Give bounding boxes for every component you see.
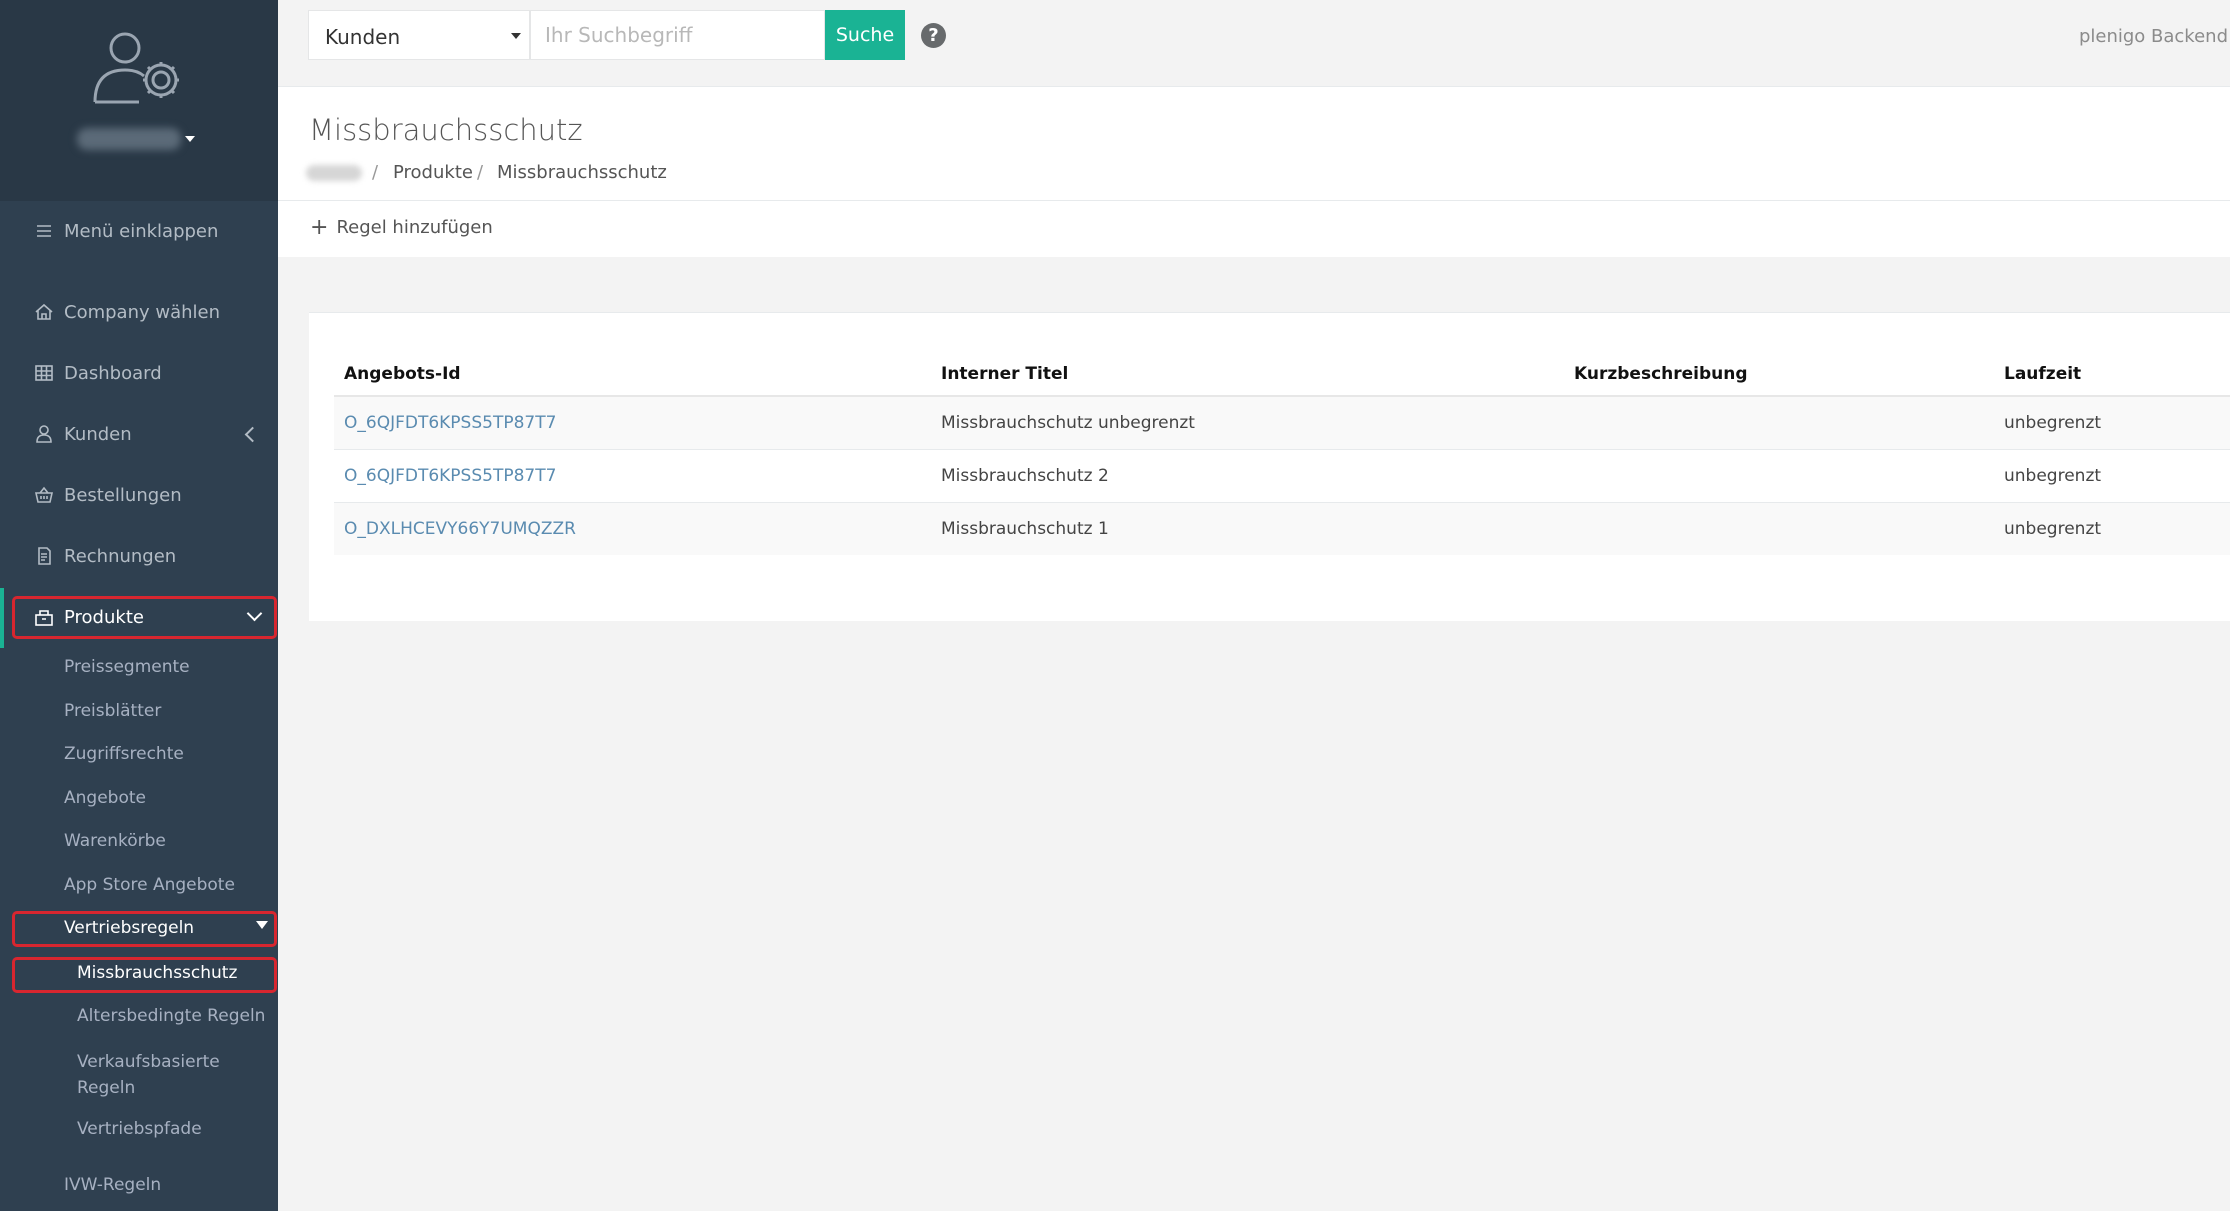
sidebar-products: Produkte [0, 597, 278, 637]
col-header-interner-titel[interactable]: Interner Titel [931, 353, 1564, 397]
sidebar: Menü einklappen Company wählen Dashboard… [0, 0, 278, 1211]
col-header-kurzbeschreibung[interactable]: Kurzbeschreibung [1564, 353, 1994, 397]
breadcrumb-company-blurred[interactable] [306, 165, 362, 181]
cell-duration: unbegrenzt [1994, 449, 2230, 503]
search-scope-value: Kunden [325, 25, 401, 49]
brand-label: plenigo Backend [2078, 26, 2228, 47]
plus-icon: + [310, 214, 329, 240]
help-icon[interactable]: ? [921, 23, 946, 48]
basket-icon [34, 485, 54, 505]
sidebar-item-label: Kunden [64, 423, 132, 445]
breadcrumb-current: Missbrauchsschutz [497, 162, 667, 183]
sidebar-sub-preissegmente[interactable]: Preissegmente [64, 657, 190, 677]
cell-internal-title: Missbrauchschutz unbegrenzt [931, 395, 1564, 450]
chevron-down-icon [246, 605, 263, 622]
breadcrumb-separator: / [372, 162, 379, 183]
cell-internal-title: Missbrauchschutz 1 [931, 502, 1564, 555]
cell-short-description [1564, 395, 1994, 450]
sidebar-nav: Menü einklappen [0, 211, 278, 251]
sidebar-sub-ivw[interactable]: IVW-Regeln [64, 1175, 161, 1195]
sidebar-item-label: Produkte [64, 606, 144, 628]
page-title: Missbrauchsschutz [309, 113, 583, 147]
grid-icon [34, 363, 54, 383]
sidebar-item-orders[interactable]: Bestellungen [0, 474, 278, 516]
offer-id-link[interactable]: O_6QJFDT6KPSS5TP87T7 [344, 413, 556, 433]
search-scope-select[interactable]: Kunden [308, 10, 530, 60]
caret-down-icon[interactable] [185, 136, 195, 142]
username-blurred[interactable] [77, 128, 181, 150]
chevron-left-icon [244, 426, 261, 442]
sidebar-item-company[interactable]: Company wählen [0, 291, 278, 333]
profile-header [0, 0, 278, 201]
rules-panel: Angebots-Id Interner Titel Kurzbeschreib… [309, 312, 2230, 621]
cell-duration: unbegrenzt [1994, 395, 2230, 450]
page-heading: Missbrauchsschutz / Produkte / Missbrauc… [278, 87, 2230, 201]
cell-offer-id[interactable]: O_DXLHCEVY66Y7UMQZZR [334, 502, 931, 555]
cell-short-description [1564, 449, 1994, 503]
receipt-icon [34, 546, 54, 566]
sidebar-sub-warenkoerbe[interactable]: Warenkörbe [64, 831, 166, 851]
table-row[interactable]: O_DXLHCEVY66Y7UMQZZR Missbrauchschutz 1 … [334, 502, 2230, 555]
sidebar-item-dashboard[interactable]: Dashboard [0, 352, 278, 394]
table-row[interactable]: O_6QJFDT6KPSS5TP87T7 Missbrauchschutz 2 … [334, 449, 2230, 503]
action-toolbar: + Regel hinzufügen [278, 201, 2230, 257]
chevron-down-icon [256, 921, 268, 929]
breadcrumb-produkte[interactable]: Produkte [393, 162, 473, 183]
user-settings-icon [93, 32, 179, 104]
sidebar-item-customers[interactable]: Kunden [0, 413, 278, 455]
sidebar-item-label: Rechnungen [64, 545, 177, 567]
search-button[interactable]: Suche [825, 10, 905, 60]
sidebar-sub-altersbedingte[interactable]: Altersbedingte Regeln [77, 1006, 265, 1026]
sidebar-sub-zugriffsrechte[interactable]: Zugriffsrechte [64, 744, 184, 764]
sidebar-item-label: Dashboard [64, 362, 162, 384]
dropdown-caret-icon [511, 33, 521, 39]
col-header-laufzeit[interactable]: Laufzeit [1994, 353, 2230, 397]
add-rule-button[interactable]: + Regel hinzufügen [310, 214, 493, 240]
box-icon [34, 607, 54, 627]
sidebar-sub-missbrauchsschutz[interactable]: Missbrauchsschutz [77, 963, 237, 983]
add-rule-label: Regel hinzufügen [336, 217, 493, 238]
offer-id-link[interactable]: O_6QJFDT6KPSS5TP87T7 [344, 466, 556, 486]
table-header-row: Angebots-Id Interner Titel Kurzbeschreib… [334, 353, 2230, 397]
cell-offer-id[interactable]: O_6QJFDT6KPSS5TP87T7 [334, 449, 931, 503]
sidebar-main-items: Company wählen Dashboard Kunden Bestellu… [0, 291, 278, 577]
hamburger-icon [34, 221, 54, 241]
sidebar-sub-vertriebspfade[interactable]: Vertriebspfade [77, 1119, 202, 1139]
sidebar-sub-vertriebsregeln[interactable]: Vertriebsregeln [64, 918, 194, 938]
topbar: Kunden Suche ? plenigo Backend [278, 0, 2230, 87]
cell-duration: unbegrenzt [1994, 502, 2230, 555]
sidebar-sub-app-store[interactable]: App Store Angebote [64, 875, 235, 895]
home-icon [34, 302, 54, 322]
sidebar-item-invoices[interactable]: Rechnungen [0, 535, 278, 577]
table-row[interactable]: O_6QJFDT6KPSS5TP87T7 Missbrauchschutz un… [334, 395, 2230, 450]
cell-short-description [1564, 502, 1994, 555]
offer-id-link[interactable]: O_DXLHCEVY66Y7UMQZZR [344, 519, 576, 539]
sidebar-item-products[interactable]: Produkte [0, 597, 278, 637]
search-input[interactable] [530, 10, 825, 60]
sidebar-item-label: Company wählen [64, 301, 220, 323]
sidebar-item-label: Bestellungen [64, 484, 182, 506]
sidebar-sub-verkaufsbasierte[interactable]: Verkaufsbasierte Regeln [77, 1049, 227, 1101]
collapse-menu-label: Menü einklappen [64, 220, 219, 242]
user-icon [34, 424, 54, 444]
sidebar-sub-angebote[interactable]: Angebote [64, 788, 146, 808]
breadcrumb-separator: / [477, 162, 484, 183]
cell-internal-title: Missbrauchschutz 2 [931, 449, 1564, 503]
collapse-menu[interactable]: Menü einklappen [0, 211, 278, 251]
col-header-angebots-id[interactable]: Angebots-Id [334, 353, 931, 397]
sidebar-sub-preisblaetter[interactable]: Preisblätter [64, 701, 161, 721]
cell-offer-id[interactable]: O_6QJFDT6KPSS5TP87T7 [334, 395, 931, 450]
rules-table: Angebots-Id Interner Titel Kurzbeschreib… [334, 353, 2230, 555]
